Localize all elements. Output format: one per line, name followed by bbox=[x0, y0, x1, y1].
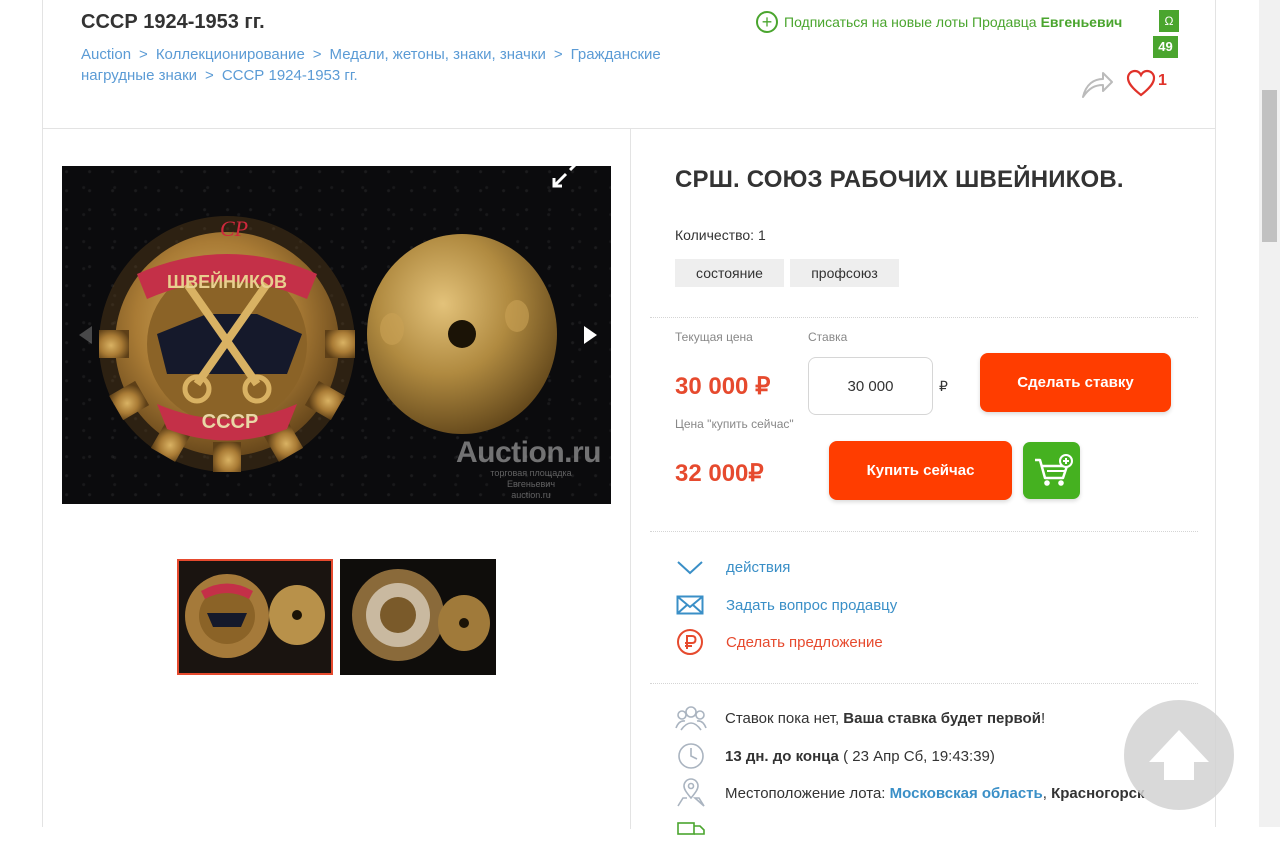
delivery-truck-icon bbox=[675, 815, 707, 845]
time-left-info: 13 дн. до конца ( 23 Апр Сб, 19:43:39) bbox=[675, 741, 995, 771]
divider bbox=[650, 317, 1198, 318]
ask-seller-label: Задать вопрос продавцу bbox=[726, 596, 898, 614]
column-divider bbox=[630, 129, 631, 829]
current-price: 30 000 ₽ bbox=[675, 373, 771, 400]
seller-rating-badge[interactable]: 49 bbox=[1153, 36, 1178, 58]
header-divider bbox=[42, 128, 1216, 129]
divider bbox=[650, 531, 1198, 532]
seller-badge-icon: Ω bbox=[1159, 10, 1179, 32]
badge-bottom-text: СССР bbox=[202, 411, 259, 433]
lot-title: СРШ. СОЮЗ РАБОЧИХ ШВЕЙНИКОВ. bbox=[675, 166, 1124, 193]
quantity-label: Количество: bbox=[675, 227, 755, 243]
make-offer-label: Сделать предложение bbox=[726, 633, 883, 651]
users-icon bbox=[675, 703, 707, 733]
thumbnail-1[interactable] bbox=[177, 559, 333, 675]
current-price-label: Текущая цена bbox=[675, 330, 753, 344]
map-pin-icon bbox=[675, 778, 707, 808]
chevron-down-icon bbox=[675, 553, 705, 581]
main-lot-photo[interactable]: ШВЕЙНИКОВ СР СССР Auction.ru торговая пл… bbox=[62, 166, 611, 504]
thumbnail-2[interactable] bbox=[340, 559, 496, 675]
favorites-count: 1 bbox=[1158, 72, 1167, 89]
watermark-subtext: торговая площадка Евгеньевич auction.ru bbox=[490, 468, 572, 500]
expand-fullscreen-icon[interactable] bbox=[548, 152, 588, 192]
watermark: Auction.ru bbox=[456, 436, 602, 469]
bids-bold: Ваша ставка будет первой bbox=[843, 709, 1041, 727]
bids-info: Ставок пока нет, Ваша ставка будет перво… bbox=[675, 703, 1045, 733]
breadcrumb-separator: > bbox=[139, 46, 148, 63]
category-title: СССР 1924-1953 гг. bbox=[81, 11, 265, 33]
thumbnail-1-image bbox=[179, 561, 331, 673]
currency-sign: ₽ bbox=[939, 378, 948, 394]
tag-trade-union[interactable]: профсоюз bbox=[790, 259, 899, 287]
badge-ribbon-text: ШВЕЙНИКОВ bbox=[167, 271, 287, 292]
place-bid-button[interactable]: Сделать ставку bbox=[980, 353, 1171, 412]
bid-label: Ставка bbox=[808, 330, 848, 344]
bids-prefix: Ставок пока нет, bbox=[725, 709, 840, 727]
breadcrumb-item-medals[interactable]: Медали, жетоны, знаки, значки bbox=[330, 46, 546, 63]
add-to-cart-button[interactable] bbox=[1023, 442, 1080, 499]
buy-now-price: 32 000₽ bbox=[675, 460, 764, 487]
actions-dropdown[interactable]: действия bbox=[675, 553, 790, 581]
make-offer-link[interactable]: Сделать предложение bbox=[675, 628, 883, 656]
buy-now-label: Цена "купить сейчас" bbox=[675, 417, 794, 431]
ask-seller-link[interactable]: Задать вопрос продавцу bbox=[675, 591, 897, 619]
breadcrumb: Auction > Коллекционирование > Медали, жетон… bbox=[81, 44, 701, 86]
clock-icon bbox=[675, 741, 707, 771]
actions-label: действия bbox=[726, 558, 791, 576]
scroll-to-top-button[interactable] bbox=[1124, 700, 1234, 810]
scrollbar-thumb[interactable] bbox=[1262, 90, 1277, 242]
seller-name[interactable]: Евгеньевич bbox=[1041, 14, 1123, 30]
divider bbox=[650, 683, 1198, 684]
end-date: ( 23 Апр Сб, 19:43:39) bbox=[843, 747, 995, 765]
quantity: Количество: 1 bbox=[675, 227, 766, 243]
cart-plus-icon bbox=[1035, 454, 1073, 486]
subscribe-text: Подписаться на новые лоты Продавца bbox=[784, 14, 1037, 30]
ruble-circle-icon bbox=[675, 628, 705, 656]
breadcrumb-separator: > bbox=[312, 46, 322, 63]
location-info: Местоположение лота: Московская область,… bbox=[675, 778, 1145, 808]
quantity-value: 1 bbox=[757, 227, 766, 243]
breadcrumb-separator: > bbox=[553, 46, 563, 63]
breadcrumb-item-collecting[interactable]: Коллекционирование bbox=[156, 46, 305, 63]
heart-icon[interactable] bbox=[1126, 69, 1156, 97]
location-region[interactable]: Московская область bbox=[890, 785, 1043, 802]
badge-top-text: СР bbox=[220, 216, 248, 241]
subscribe-link[interactable]: + Подписаться на новые лоты Продавца Евг… bbox=[756, 9, 1122, 35]
breadcrumb-item-ussr[interactable]: СССР 1924-1953 гг. bbox=[222, 67, 358, 84]
time-left: 13 дн. до конца bbox=[725, 747, 839, 765]
breadcrumb-item-auction[interactable]: Auction bbox=[81, 46, 131, 63]
shipping-info bbox=[675, 815, 725, 845]
arrow-up-icon bbox=[1149, 730, 1209, 780]
breadcrumb-separator: > bbox=[205, 67, 214, 84]
bids-suffix: ! bbox=[1040, 709, 1046, 727]
next-photo-arrow-icon[interactable] bbox=[580, 324, 600, 346]
previous-photo-arrow-icon[interactable] bbox=[76, 324, 96, 346]
share-icon[interactable] bbox=[1080, 66, 1114, 100]
plus-circle-icon: + bbox=[756, 11, 778, 33]
thumbnail-2-image bbox=[340, 559, 496, 675]
tag-condition[interactable]: состояние bbox=[675, 259, 784, 287]
envelope-icon bbox=[675, 591, 705, 619]
buy-now-button[interactable]: Купить сейчас bbox=[829, 441, 1012, 500]
location-label: Местоположение лота: bbox=[725, 784, 886, 802]
bid-input[interactable] bbox=[808, 357, 933, 415]
